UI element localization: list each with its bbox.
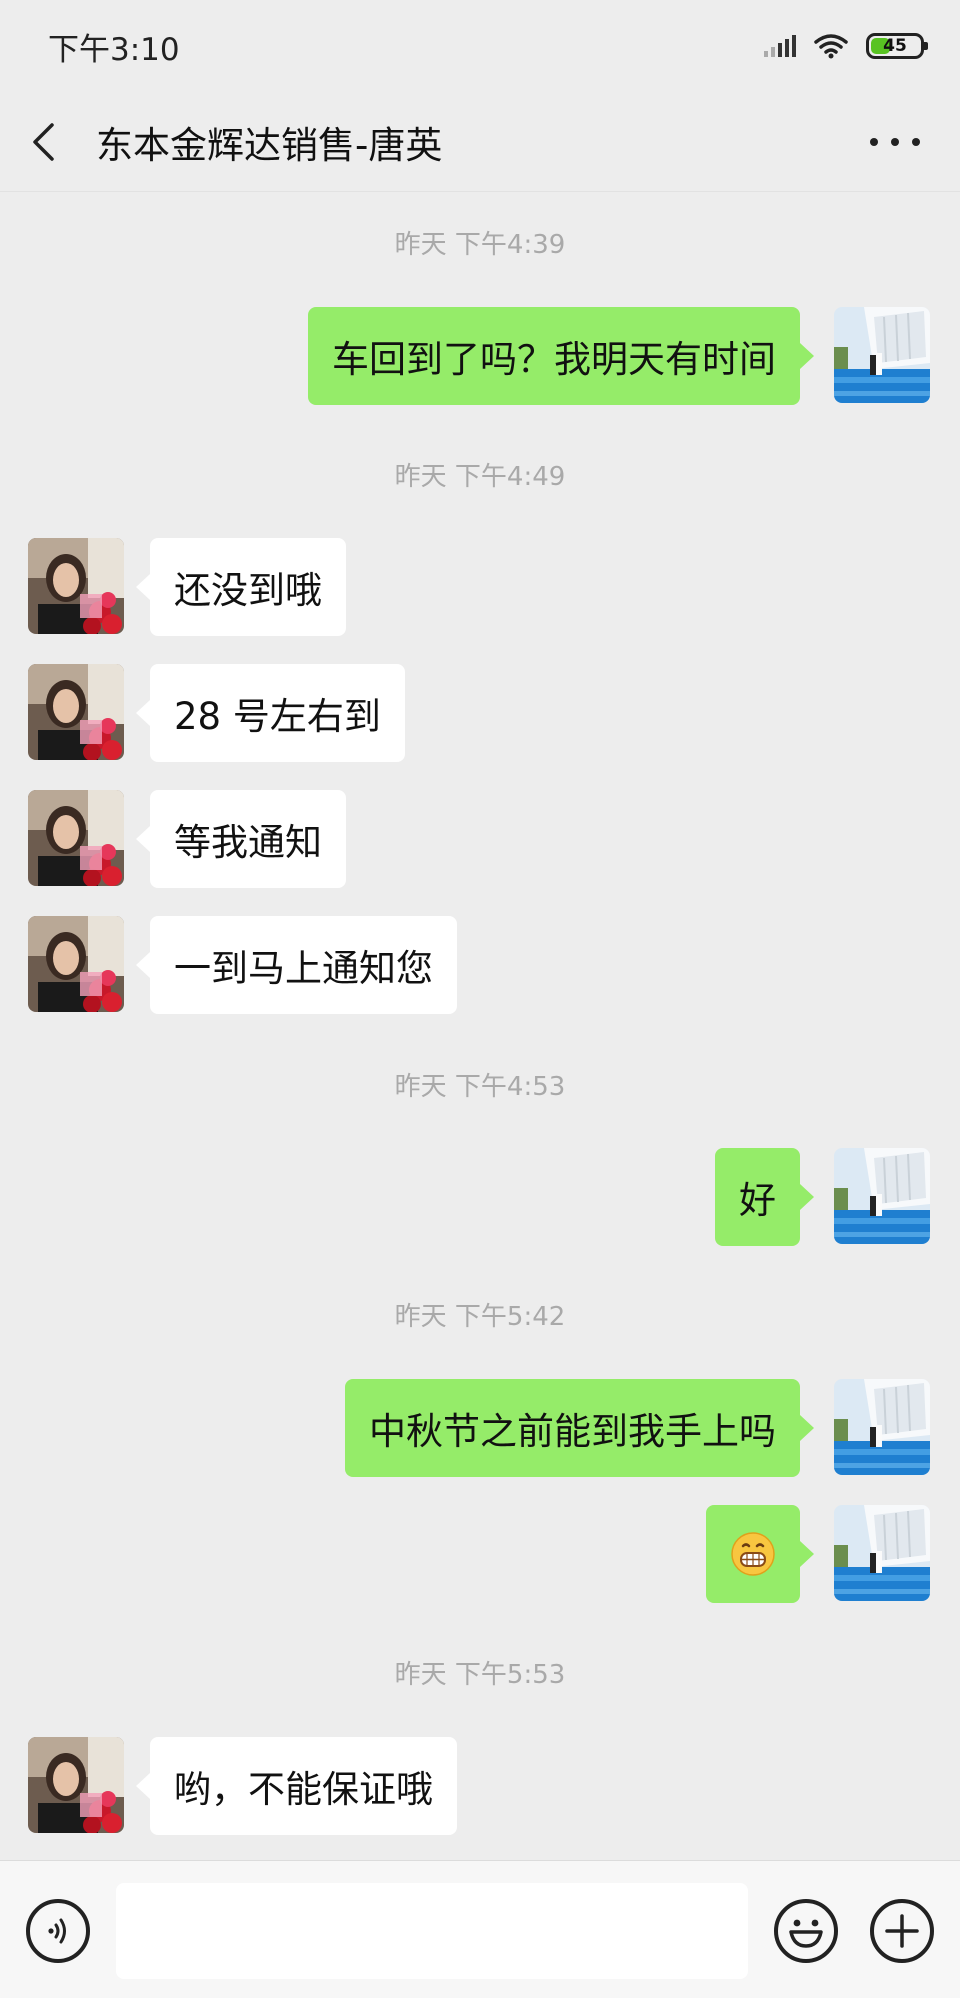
battery-icon: 45	[866, 33, 928, 59]
timestamp: 昨天 下午4:53	[394, 1072, 566, 1102]
voice-button[interactable]	[26, 1899, 90, 1963]
message-bubble-outgoing[interactable]: 车回到了吗？我明天有时间	[308, 307, 814, 405]
plus-button[interactable]	[870, 1899, 934, 1963]
plus-icon	[885, 1914, 919, 1948]
message-bubble-incoming[interactable]: 等我通知	[136, 790, 346, 888]
timestamp: 昨天 下午5:42	[394, 1302, 566, 1332]
smiley-icon	[789, 1919, 823, 1948]
timestamp: 昨天 下午5:53	[394, 1660, 566, 1690]
voice-icon	[48, 1918, 66, 1944]
grinning-teeth-emoji	[731, 1532, 775, 1576]
chevron-left-icon	[33, 122, 54, 161]
message-input[interactable]	[116, 1883, 748, 1979]
status-icons: 45	[764, 33, 928, 59]
status-bar: 下午3:10 45	[0, 0, 960, 92]
contact-avatar[interactable]	[28, 790, 124, 886]
message-bubble-incoming[interactable]: 28 号左右到	[136, 664, 405, 762]
message-bubble-incoming[interactable]: 一到马上通知您	[136, 916, 457, 1014]
message-bubble-outgoing[interactable]	[706, 1505, 814, 1603]
back-button[interactable]	[30, 112, 70, 172]
signal-icon	[764, 35, 796, 57]
more-button[interactable]	[870, 122, 920, 162]
status-time: 下午3:10	[48, 31, 180, 68]
message-bubble-incoming[interactable]: 哟，不能保证哦	[136, 1737, 457, 1835]
input-bar	[0, 1860, 960, 1998]
timestamp: 昨天 下午4:39	[394, 230, 566, 260]
my-avatar[interactable]	[834, 307, 930, 403]
contact-avatar[interactable]	[28, 538, 124, 634]
message-bubble-incoming[interactable]: 还没到哦	[136, 538, 346, 636]
contact-avatar[interactable]	[28, 664, 124, 760]
message-bubble-outgoing[interactable]: 好	[715, 1148, 814, 1246]
timestamp: 昨天 下午4:49	[394, 462, 566, 492]
my-avatar[interactable]	[834, 1505, 930, 1601]
my-avatar[interactable]	[834, 1148, 930, 1244]
contact-avatar[interactable]	[28, 1737, 124, 1833]
contact-avatar[interactable]	[28, 916, 124, 1012]
my-avatar[interactable]	[834, 1379, 930, 1475]
chat-title: 东本金辉达销售-唐英	[96, 123, 443, 167]
emoji-button[interactable]	[774, 1899, 838, 1963]
chat-header: 东本金辉达销售-唐英	[0, 92, 960, 192]
message-bubble-outgoing[interactable]: 中秋节之前能到我手上吗	[345, 1379, 814, 1477]
message-list[interactable]: 昨天 下午4:39 车回到了吗？我明天有时间 昨天 下午4:49 还没到哦 28…	[0, 192, 960, 1860]
more-horizontal-icon	[870, 138, 878, 146]
wifi-icon	[814, 34, 848, 59]
battery-level: 45	[883, 36, 907, 56]
